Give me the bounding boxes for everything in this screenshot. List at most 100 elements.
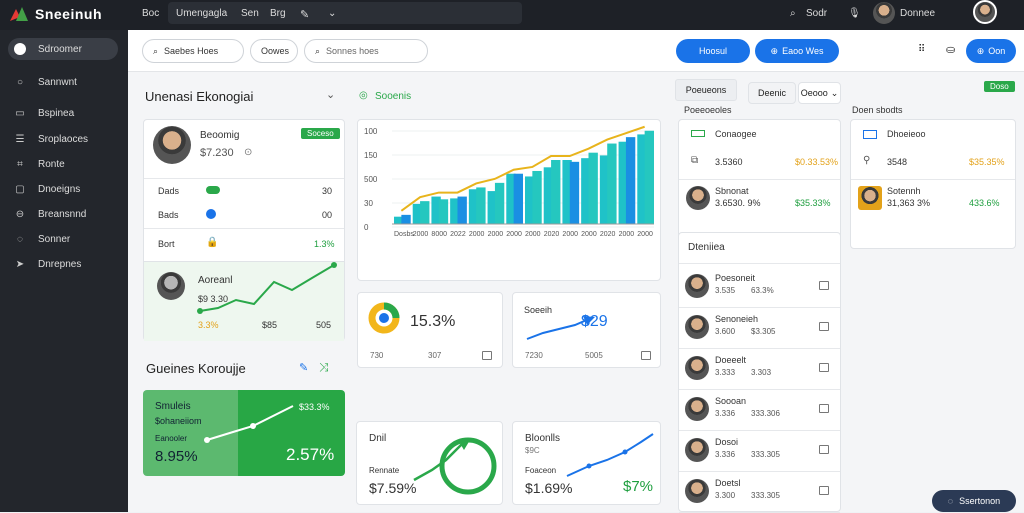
bar-series-2[interactable] — [625, 137, 636, 224]
user-name[interactable]: Donnee — [900, 8, 935, 19]
bar-series-2[interactable] — [513, 173, 523, 224]
sidebar-item-1[interactable]: ○ Sannwnt — [8, 71, 118, 93]
doc-icon: ▢ — [15, 183, 25, 195]
bar-series-2[interactable] — [588, 152, 598, 224]
card-label: Rennate — [369, 466, 400, 475]
sidebar-item-7[interactable]: ◌ Sonner — [8, 228, 118, 250]
status-dot — [206, 209, 216, 219]
list-item[interactable]: Soooan 3.336 333.306 — [679, 390, 840, 431]
select-dropdown[interactable]: Oeooo ⌄ — [798, 82, 841, 104]
toolbar: ⌕ Saebes Hoes Oowes ⌕ Sonnes hoes Hoosul… — [128, 30, 1024, 72]
bar-series-2[interactable] — [438, 199, 449, 224]
card-title: Smuleis — [155, 401, 191, 412]
card-value: 8.95% — [155, 448, 198, 465]
user-avatar[interactable] — [873, 2, 895, 24]
bar-series-2[interactable] — [457, 196, 467, 224]
bottom-card-3: Bloonlls $9C Foaceon $1.69% $7% — [512, 421, 661, 505]
bar-series-2[interactable] — [644, 130, 654, 224]
x-tick-label: 2000 — [488, 231, 504, 238]
expand-icon[interactable] — [641, 351, 651, 360]
circle-outline-icon: ○ — [16, 76, 24, 88]
top-nav-2[interactable]: Umengagla — [176, 8, 227, 19]
message-icon[interactable] — [819, 445, 829, 454]
card-value: $1.69% — [525, 480, 573, 496]
edit-icon[interactable]: ✎ — [299, 361, 308, 374]
bag-icon[interactable]: ⛀ — [946, 43, 955, 56]
tab-1[interactable]: Poeueons — [675, 79, 737, 101]
divider — [851, 179, 1015, 180]
kpi-line-card: Soeeih $29 7230 5005 — [512, 292, 661, 368]
list-item[interactable]: Poesoneit 3.535 63.3% — [679, 267, 840, 308]
chevron-down-icon[interactable]: ⌄ — [328, 8, 336, 19]
mini-name: Conaogee — [715, 129, 757, 139]
sidebar-item-6[interactable]: ⊖ Breansnnd — [8, 203, 118, 225]
main-area: ⌕ Saebes Hoes Oowes ⌕ Sonnes hoes Hoosul… — [128, 30, 1024, 513]
sidebar-item-label: Sonner — [38, 233, 71, 245]
section-title: Gueines Koroujje — [146, 361, 246, 376]
camera-icon: ⧉ — [691, 155, 699, 166]
primary-button-1[interactable]: Hoosul — [676, 39, 750, 63]
toggle-green[interactable] — [206, 186, 220, 194]
chevron-down-icon[interactable]: ⌄ — [326, 88, 335, 101]
expand-icon[interactable] — [482, 351, 492, 360]
message-icon[interactable] — [819, 404, 829, 413]
tab-2[interactable]: Deenic — [748, 82, 796, 104]
profile-avatar[interactable] — [973, 0, 997, 24]
chat-button[interactable]: ◌ Ssertonon — [932, 490, 1016, 512]
card-title: Bloonlls — [525, 433, 561, 444]
stat-2: $85 — [262, 320, 278, 330]
top-nav-3[interactable]: Sen — [241, 8, 259, 19]
sidebar-item-4[interactable]: ⌗ Ronte — [8, 153, 118, 175]
bar-series-2[interactable] — [551, 160, 561, 224]
app-brand: Sneeinuh — [35, 6, 103, 22]
column-title: Poeeoeoles — [684, 105, 732, 115]
search-input[interactable]: ⌕ Sonnes hoes — [304, 39, 428, 63]
filter-circle-icon: ◎ — [359, 90, 368, 101]
grid-icon[interactable]: ⠿ — [918, 44, 925, 55]
message-icon[interactable] — [819, 486, 829, 495]
list-name: Doetsl — [715, 478, 741, 488]
top-search-label[interactable]: Sodr — [806, 8, 827, 19]
x-tick-label: 2000 — [619, 231, 635, 238]
bar-series-2[interactable] — [420, 201, 430, 224]
column-title: Doen sbodts — [852, 105, 903, 115]
list-item[interactable]: Doetsl 3.300 333.305 — [679, 472, 840, 513]
message-icon[interactable] — [819, 322, 829, 331]
search-icon[interactable]: ⌕ — [790, 8, 796, 19]
shuffle-icon[interactable]: ⤨ — [319, 360, 329, 375]
sidebar-item-label: Dnoeigns — [38, 183, 81, 195]
x-tick-label: 2000 — [469, 231, 485, 238]
list-item[interactable]: Dosoi 3.336 333.305 — [679, 431, 840, 472]
filter-pill-2[interactable]: Oowes — [250, 39, 298, 63]
bar-series-2[interactable] — [532, 170, 542, 224]
message-icon[interactable] — [819, 281, 829, 290]
edit-icon[interactable]: ✎ — [300, 8, 309, 21]
bar-series-2[interactable] — [476, 187, 486, 224]
primary-button-2[interactable]: ⊕ Eaoo Wes — [755, 39, 839, 63]
sidebar-item-3[interactable]: ☰ Sroplaoces — [8, 128, 118, 150]
bar-series-2[interactable] — [401, 214, 411, 224]
filter-pill-1[interactable]: ⌕ Saebes Hoes — [142, 39, 244, 63]
settings-icon: ⊖ — [15, 208, 25, 220]
bar-series-2[interactable] — [569, 161, 580, 224]
mic-icon[interactable]: 🎙 — [848, 8, 861, 19]
sidebar-item-5[interactable]: ▢ Dnoeigns — [8, 178, 118, 200]
kpi-footer-2: 5005 — [585, 351, 603, 360]
card-right-value: 2.57% — [286, 445, 335, 464]
sidebar-item-8[interactable]: ➤ Dnrepnes — [8, 253, 118, 275]
donut-chart — [368, 302, 400, 334]
card-sub: $9C — [525, 446, 540, 455]
sidebar-item-2[interactable]: ▭ Bspinea — [8, 102, 118, 124]
list-value-b: 3.303 — [751, 368, 772, 377]
sidebar-item-0[interactable]: Sdroomer — [8, 38, 118, 60]
bar-series-2[interactable] — [607, 143, 617, 224]
list-item[interactable]: Doeeelt 3.333 3.303 — [679, 349, 840, 390]
top-nav-4[interactable]: Brg — [270, 8, 286, 19]
message-icon[interactable] — [819, 363, 829, 372]
top-nav-1[interactable]: Boc — [142, 8, 159, 19]
bar-series-2[interactable] — [494, 182, 505, 224]
section-filter[interactable]: Sooenis — [375, 91, 411, 102]
primary-button-3[interactable]: ⊕ Oon — [966, 39, 1016, 63]
info-icon: ⊙ — [244, 147, 253, 158]
list-item[interactable]: Senoneieh 3.600 $3.305 — [679, 308, 840, 349]
